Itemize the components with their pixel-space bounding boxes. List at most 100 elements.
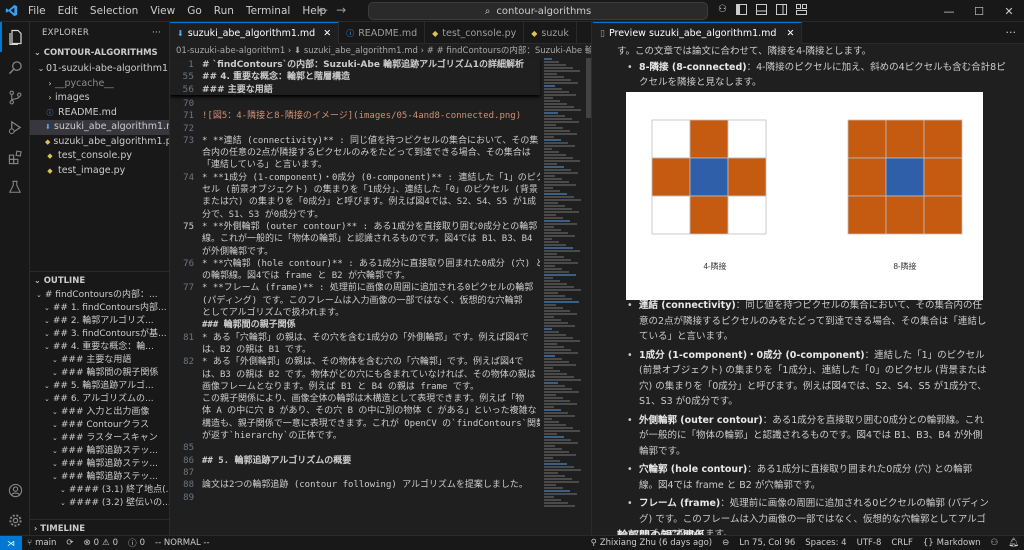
outline-item[interactable]: ⌄ ### 輪郭間の親子関係 (30, 367, 169, 380)
zoom-status[interactable]: ⊖ (717, 538, 734, 548)
menu-item-selection[interactable]: Selection (84, 0, 144, 22)
code-line[interactable]: の輪郭線。図4では frame と B2 が穴輪郭です。 (170, 270, 540, 282)
branch-status[interactable]: ⑂ main (22, 538, 61, 548)
code-line[interactable]: 82 * ある「外側輪郭」の親は、その物体を含む穴の「穴輪郭」です。例えば図4で (170, 356, 540, 368)
outline-item[interactable]: ⌄ ### 輪郭追跡ステッ... (30, 458, 169, 471)
outline-item[interactable]: ⌄ ## 3. findContoursが基... (30, 328, 169, 341)
code-area[interactable]: 70 71 ![図5：4-隣接と8-隣接のイメージ](images/05-4and8… (170, 58, 540, 535)
code-line[interactable]: 「連結している」と言います。 (170, 159, 540, 171)
explorer-icon[interactable] (0, 22, 30, 52)
menu-item-edit[interactable]: Edit (52, 0, 84, 22)
menu-item-run[interactable]: Run (208, 0, 240, 22)
copilot-icon[interactable]: ⚇ (718, 4, 727, 18)
search-icon[interactable] (0, 52, 30, 82)
forward-arrow-icon[interactable]: → (336, 3, 346, 17)
code-line[interactable]: 71 ![図5：4-隣接と8-隣接のイメージ](images/05-4and8-c… (170, 110, 540, 122)
code-line[interactable]: 76 * **穴輪郭 (hole contour)** : ある1成分に直接取り囲… (170, 258, 540, 270)
sticky-line[interactable]: 56 ### 主要な用語 (170, 84, 540, 96)
close-icon[interactable]: ✕ (994, 0, 1024, 22)
breadcrumb[interactable]: 01-suzuki-abe-algorithm1 › ⬇ suzuki_abe_… (170, 44, 591, 58)
code-line[interactable]: 86 ## 5. 輪郭追跡アルゴリズムの概要 (170, 455, 540, 467)
outline-item[interactable]: ⌄ ### Contourクラス (30, 419, 169, 432)
code-line[interactable]: 87 (170, 467, 540, 479)
outline-item[interactable]: ⌄ ## 2. 輪郭アルゴリズ... (30, 315, 169, 328)
code-line[interactable]: 74 * **1成分 (1-component)・0成分 (0-component… (170, 172, 540, 184)
remote-indicator-icon[interactable]: ⋊ (0, 535, 22, 550)
code-line[interactable]: が返す`hierarchy`の正体です。 (170, 430, 540, 442)
close-tab-icon[interactable]: ✕ (786, 28, 794, 39)
editor-tab[interactable]: ◆ suzuk (524, 22, 577, 44)
indentation-status[interactable]: Spaces: 4 (800, 538, 851, 548)
git-blame-status[interactable]: ⚲ Zhixiang Zhu (6 days ago) (586, 538, 718, 548)
extensions-icon[interactable] (0, 142, 30, 172)
code-line[interactable]: は、B2 の親は B1 です。 (170, 344, 540, 356)
code-line[interactable]: 85 (170, 442, 540, 454)
code-line[interactable]: 73 * **連結 (connectivity)** : 同じ値を持つピクセルの集… (170, 135, 540, 147)
code-line[interactable]: 89 (170, 492, 540, 504)
cursor-position[interactable]: Ln 75, Col 96 (734, 538, 800, 548)
editor-tab[interactable]: ⓘ README.md (339, 22, 426, 44)
file-tree-item[interactable]: ◆ test_console.py (30, 149, 169, 164)
code-line[interactable]: が外側輪郭です。 (170, 246, 540, 258)
editor-scrollbar[interactable] (586, 58, 591, 535)
code-line[interactable]: 88 論文は2つの輪郭追跡 (contour following) アルゴリズムを… (170, 479, 540, 491)
command-center-search[interactable]: ⌕ contour-algorithms (368, 2, 708, 20)
language-mode[interactable]: {} Markdown (918, 538, 986, 548)
menu-item-go[interactable]: Go (181, 0, 208, 22)
outline-item[interactable]: ⌄ #### (3.1) 終了地点(... (30, 484, 169, 497)
file-tree-item[interactable]: › __pycache__ (30, 77, 169, 92)
outline-item[interactable]: ⌄ ### 輪郭追跡ステッ... (30, 445, 169, 458)
minimap[interactable] (544, 58, 586, 535)
settings-gear-icon[interactable] (0, 505, 30, 535)
more-actions-icon[interactable]: ··· (152, 22, 161, 44)
tab-preview[interactable]: ▯ Preview suzuki_abe_algorithm1.md ✕ (593, 22, 803, 44)
scrollbar-thumb[interactable] (586, 58, 591, 118)
close-tab-icon[interactable]: ✕ (323, 28, 331, 39)
outline-section-header[interactable]: ⌄ OUTLINE (30, 271, 169, 289)
code-line[interactable]: (パディング) です。このフレームは入力画像の一部ではなく、仮想的な穴輪郭 (170, 295, 540, 307)
editor-tab[interactable]: ◆ test_console.py (425, 22, 525, 44)
code-line[interactable]: ### 輪郭間の親子関係 (170, 319, 540, 331)
file-tree-item[interactable]: ⬇ suzuki_abe_algorithm1.md (30, 120, 169, 135)
code-line[interactable]: この親子関係により、画像全体の輪郭は木構造として表現できます。例えば「物 (170, 393, 540, 405)
encoding-status[interactable]: UTF-8 (852, 538, 887, 548)
code-line[interactable]: セル (前景オブジェクト) の集まりを「1成分」、連結した「0」のピクセル (背… (170, 184, 540, 196)
code-line[interactable]: または穴) の集まりを「0成分」と呼びます。例えば図4では、S2、S4、S5 が… (170, 196, 540, 208)
outline-item[interactable]: ⌄ ## 4. 重要な概念：輪... (30, 341, 169, 354)
code-line[interactable]: 体 A の中に穴 B があり、その穴 B の中に別の物体 C がある」といった複… (170, 405, 540, 417)
outline-item[interactable]: ⌄ # findContoursの内部：... (30, 289, 169, 302)
code-line[interactable]: 70 (170, 98, 540, 110)
menu-item-file[interactable]: File (22, 0, 52, 22)
account-icon[interactable] (0, 475, 30, 505)
code-line[interactable]: 画像フレームとなります。例えば B1 と B4 の親は frame です。 (170, 381, 540, 393)
project-section-header[interactable]: ⌄ CONTOUR-ALGORITHMS (30, 44, 169, 62)
copilot-status[interactable]: ⚇ (986, 538, 1004, 548)
outline-item[interactable]: ⌄ ### 主要な用語 (30, 354, 169, 367)
more-actions-icon[interactable]: ··· (998, 22, 1024, 43)
file-tree-item[interactable]: ◆ suzuki_abe_algorithm1.py (30, 135, 169, 150)
code-line[interactable]: 72 (170, 123, 540, 135)
problems-status[interactable]: ⊗ 0 ⚠ 0 (78, 538, 123, 548)
eol-status[interactable]: CRLF (886, 538, 917, 548)
outline-item[interactable]: ⌄ ## 6. アルゴリズムの... (30, 393, 169, 406)
file-tree-item[interactable]: ⌄ 01-suzuki-abe-algorithm1 (30, 62, 169, 77)
code-line[interactable]: としてアルゴリズムで扱われます。 (170, 307, 540, 319)
toggle-panel-icon[interactable] (755, 4, 767, 18)
source-control-icon[interactable] (0, 82, 30, 112)
outline-item[interactable]: ⌄ ### 輪郭追跡ステッ... (30, 471, 169, 484)
code-line[interactable]: 構造も、親子関係で一意に表現できます。これが OpenCV の`findCont… (170, 418, 540, 430)
code-line[interactable]: 合内の任意の2点が隣接するピクセルのみをたどって到達できる場合、その集合は (170, 147, 540, 159)
outline-item[interactable]: ⌄ ## 5. 輪郭追跡アルゴ... (30, 380, 169, 393)
outline-item[interactable]: ⌄ #### (3.2) 壁伝いの... (30, 497, 169, 510)
sticky-line[interactable]: 55 ## 4. 重要な概念：輪郭と階層構造 (170, 71, 540, 83)
menu-item-terminal[interactable]: Terminal (240, 0, 296, 22)
code-line[interactable]: は、B3 の親は B2 です。物体がどの穴にも含まれていなければ、その物体の親は (170, 369, 540, 381)
minimize-icon[interactable]: — (934, 0, 964, 22)
file-tree-item[interactable]: › images (30, 91, 169, 106)
sync-status[interactable]: ⟳ (61, 538, 78, 548)
customize-layout-icon[interactable] (795, 4, 807, 18)
code-line[interactable]: 77 * **フレーム (frame)** : 処理前に画像の周囲に追加される0ピ… (170, 282, 540, 294)
run-debug-icon[interactable] (0, 112, 30, 142)
testing-icon[interactable] (0, 172, 30, 202)
code-line[interactable]: 分で、S1、S3 が0成分です。 (170, 209, 540, 221)
